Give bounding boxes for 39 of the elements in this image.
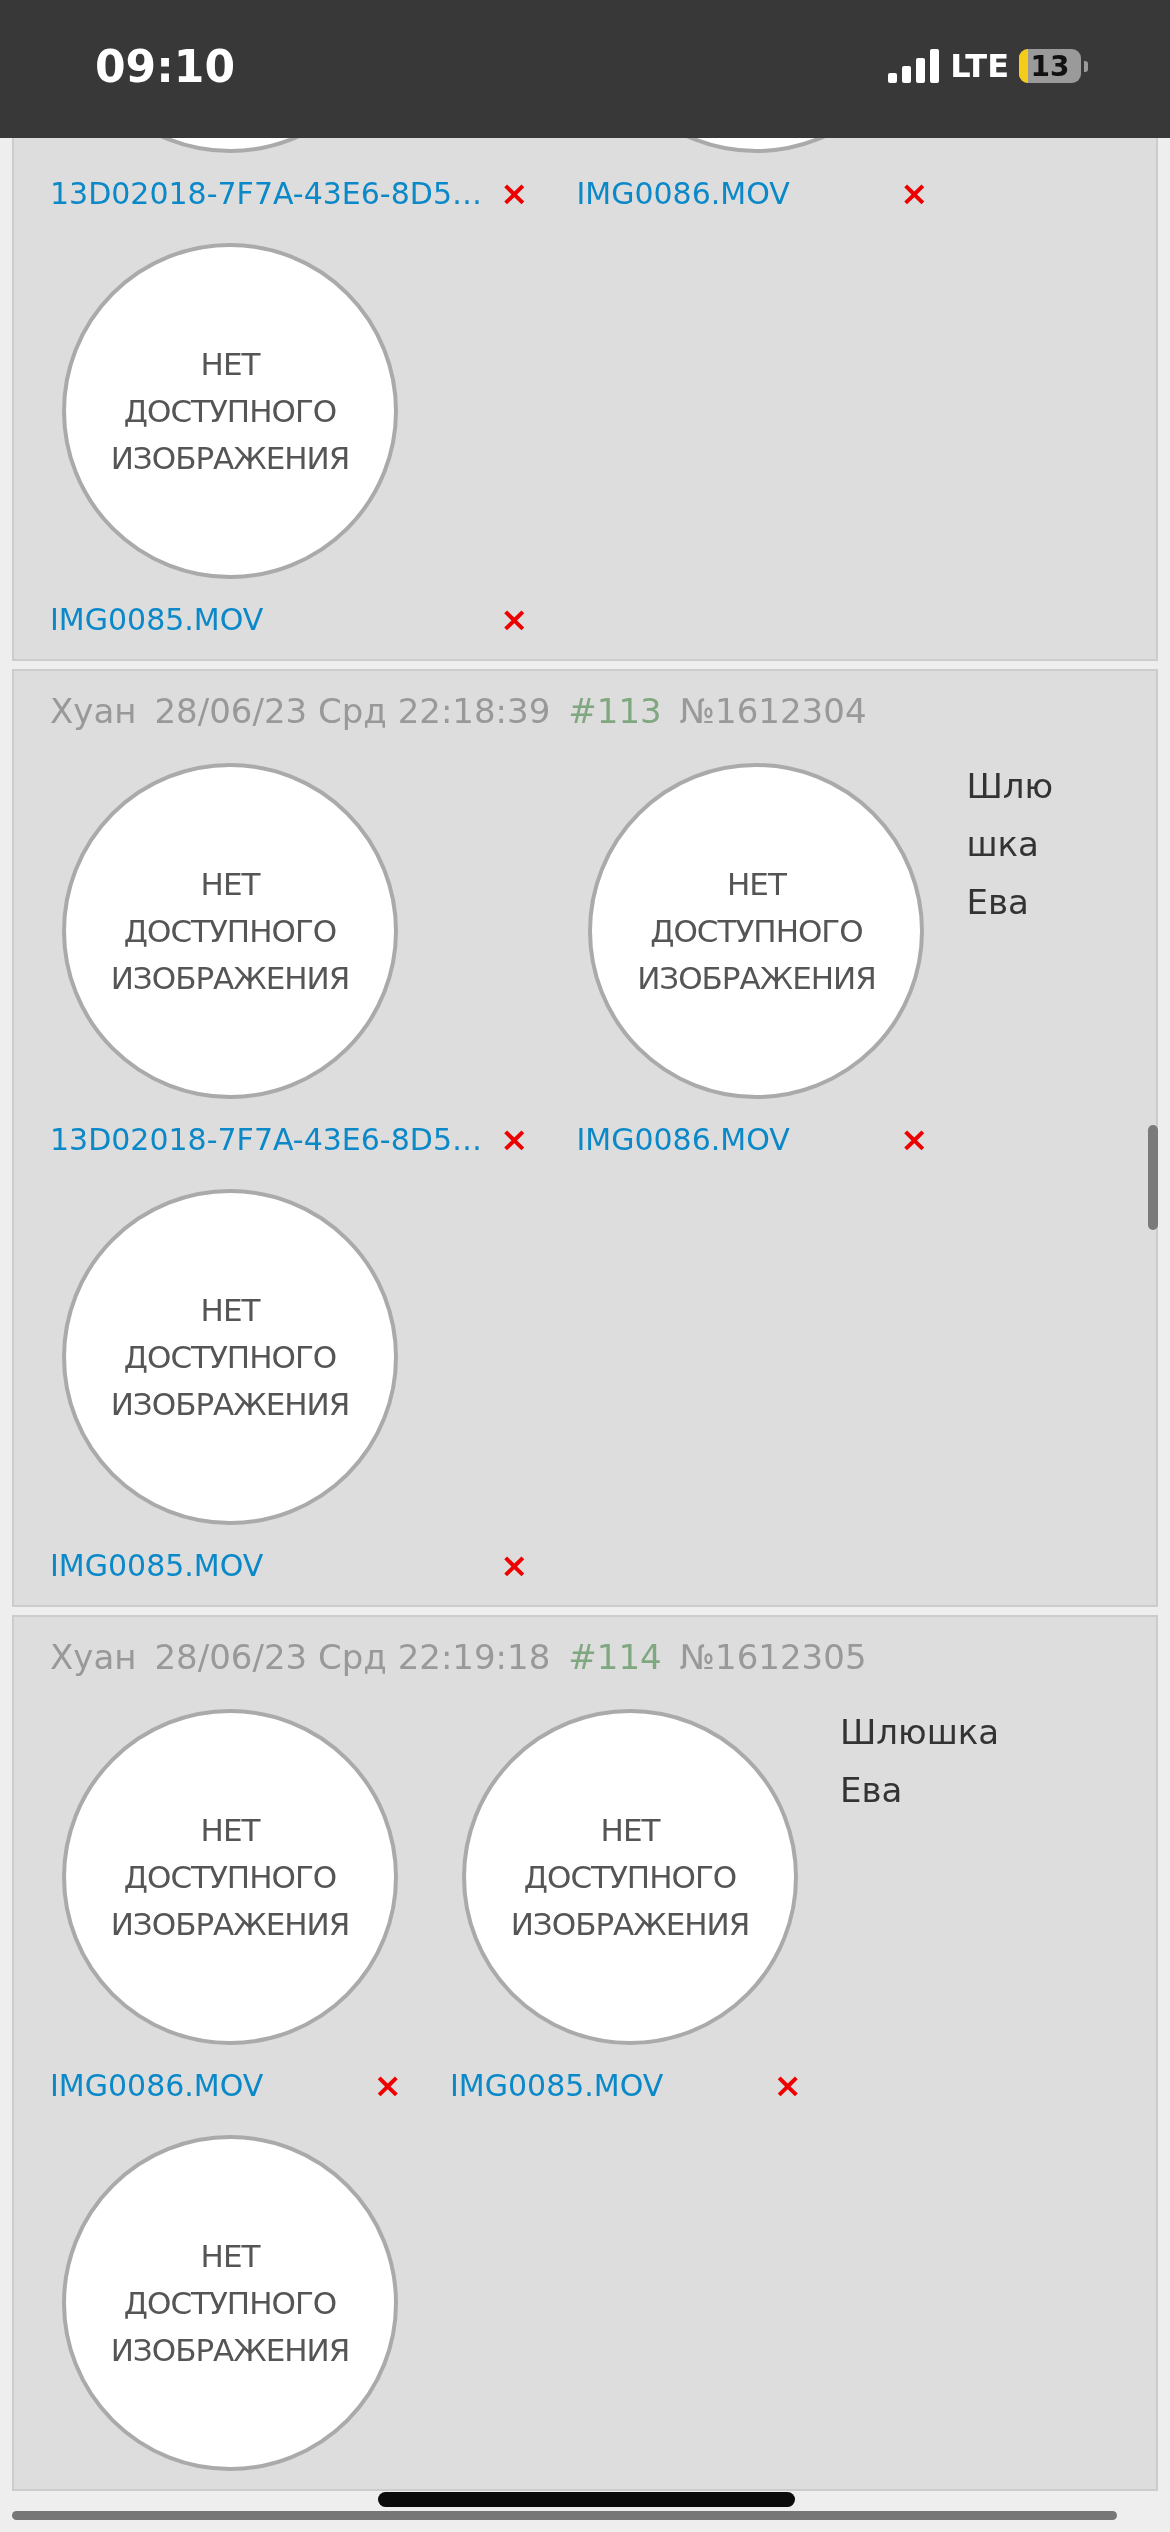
post-number[interactable]: №1612304 [679,689,867,733]
thumbnail[interactable]: НЕТ ДОСТУПНОГО ИЗОБРАЖЕНИЯ [62,2135,398,2471]
signal-icon [888,49,941,83]
remove-button[interactable]: × [491,1122,537,1156]
scrollbar[interactable] [12,2511,1117,2520]
thumbnail[interactable]: НЕТ ДОСТУПНОГО ИЗОБРАЖЕНИЯ [462,1709,798,2045]
remove-button[interactable]: × [491,176,537,210]
file-link[interactable]: IMG0085.MOV [50,1547,264,1583]
thumbnail[interactable]: НЕТ ДОСТУПНОГО ИЗОБРАЖЕНИЯ [62,1709,398,2045]
remove-button[interactable]: × [765,2068,810,2102]
thumbnail[interactable]: НЕТ ДОСТУПНОГО ИЗОБРАЖЕНИЯ [62,763,398,1099]
post-author: Хуан [50,690,137,733]
network-label: LTE [950,47,1009,85]
remove-button[interactable]: × [891,1122,937,1156]
remove-button[interactable]: × [491,602,537,636]
file-link[interactable]: IMG0086.MOV [50,2067,264,2103]
file-link[interactable]: IMG0085.MOV [450,2067,664,2103]
post-date: 28/06/23 Срд 22:19:18 [154,1636,551,1679]
post-index[interactable]: #114 [568,1635,662,1679]
post-date: 28/06/23 Срд 22:18:39 [154,690,551,733]
post-number[interactable]: №1612305 [679,1635,867,1679]
post-author: Хуан [50,1636,137,1679]
file-link[interactable]: 13D02018-7F7A-43E6-8D5… [50,175,482,211]
post-comment: Шлюшка Ева [840,1711,1001,1812]
remove-button[interactable]: × [491,1548,537,1582]
clock-time: 09:10 [95,40,236,92]
remove-button[interactable]: × [365,2068,410,2102]
post-index[interactable]: #113 [568,689,662,733]
file-link[interactable]: 13D02018-7F7A-43E6-8D5… [50,1121,482,1157]
thumbnail[interactable]: НЕТ ДОСТУПНОГО ИЗОБРАЖЕНИЯ [588,763,925,1099]
scrollbar[interactable] [1148,1125,1158,1230]
file-link[interactable]: IMG0086.MOV [576,1121,790,1157]
thumbnail[interactable]: НЕТ ДОСТУПНОГО ИЗОБРАЖЕНИЯ [62,1189,398,1525]
thumbnail[interactable]: НЕТ ДОСТУПНОГО ИЗОБРАЖЕНИЯ [62,243,398,579]
remove-button[interactable]: × [891,176,937,210]
home-indicator[interactable] [378,2492,795,2507]
post-comment: Шлюшка Ева [966,765,1055,924]
file-link[interactable]: IMG0085.MOV [50,601,264,637]
file-link[interactable]: IMG0086.MOV [576,175,790,211]
